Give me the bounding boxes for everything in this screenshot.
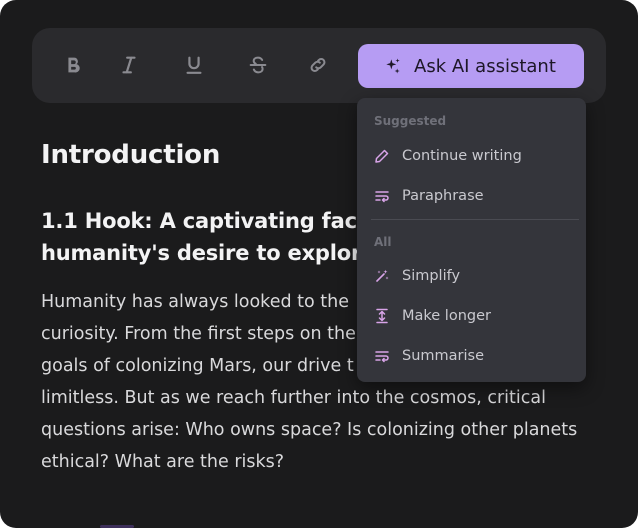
menu-item-label: Summarise [402, 348, 484, 364]
menu-item-label: Simplify [402, 268, 461, 284]
strikethrough-icon[interactable] [243, 50, 273, 80]
italic-icon[interactable] [114, 50, 144, 80]
summarise-icon [373, 347, 391, 365]
ask-ai-assistant-label: Ask AI assistant [414, 55, 556, 77]
menu-item-label: Continue writing [402, 148, 522, 164]
menu-item-make-longer[interactable]: Make longer [357, 298, 586, 334]
menu-item-paraphrase[interactable]: Paraphrase [357, 178, 586, 214]
paraphrase-icon [373, 187, 391, 205]
paragraph-line: questions arise: Who owns space? Is colo… [41, 420, 578, 440]
menu-item-simplify[interactable]: Simplify [357, 258, 586, 294]
menu-item-label: Make longer [402, 308, 491, 324]
link-icon[interactable] [303, 50, 333, 80]
menu-item-continue-writing[interactable]: Continue writing [357, 138, 586, 174]
editor-window: Ask AI assistant Introduction 1.1 Hook: … [0, 0, 638, 528]
paragraph-line: ethical? What are the risks? [41, 452, 285, 472]
underline-icon[interactable] [179, 50, 209, 80]
expand-vertical-icon [373, 307, 391, 325]
menu-divider [371, 219, 579, 220]
menu-section-suggested: Suggested [374, 114, 447, 128]
paragraph-line: limitless. But as we reach further into … [41, 388, 546, 408]
menu-section-all: All [374, 235, 392, 249]
magic-wand-icon [373, 267, 391, 285]
ai-assistant-menu: Suggested Continue writing Paraphrase Al… [357, 98, 586, 382]
bold-icon[interactable] [58, 50, 88, 80]
sparkle-icon [386, 58, 400, 74]
ask-ai-assistant-button[interactable]: Ask AI assistant [358, 44, 584, 88]
formatting-toolbar: Ask AI assistant [32, 28, 606, 103]
pencil-icon [373, 147, 391, 165]
menu-item-label: Paraphrase [402, 188, 484, 204]
menu-item-summarise[interactable]: Summarise [357, 338, 586, 374]
